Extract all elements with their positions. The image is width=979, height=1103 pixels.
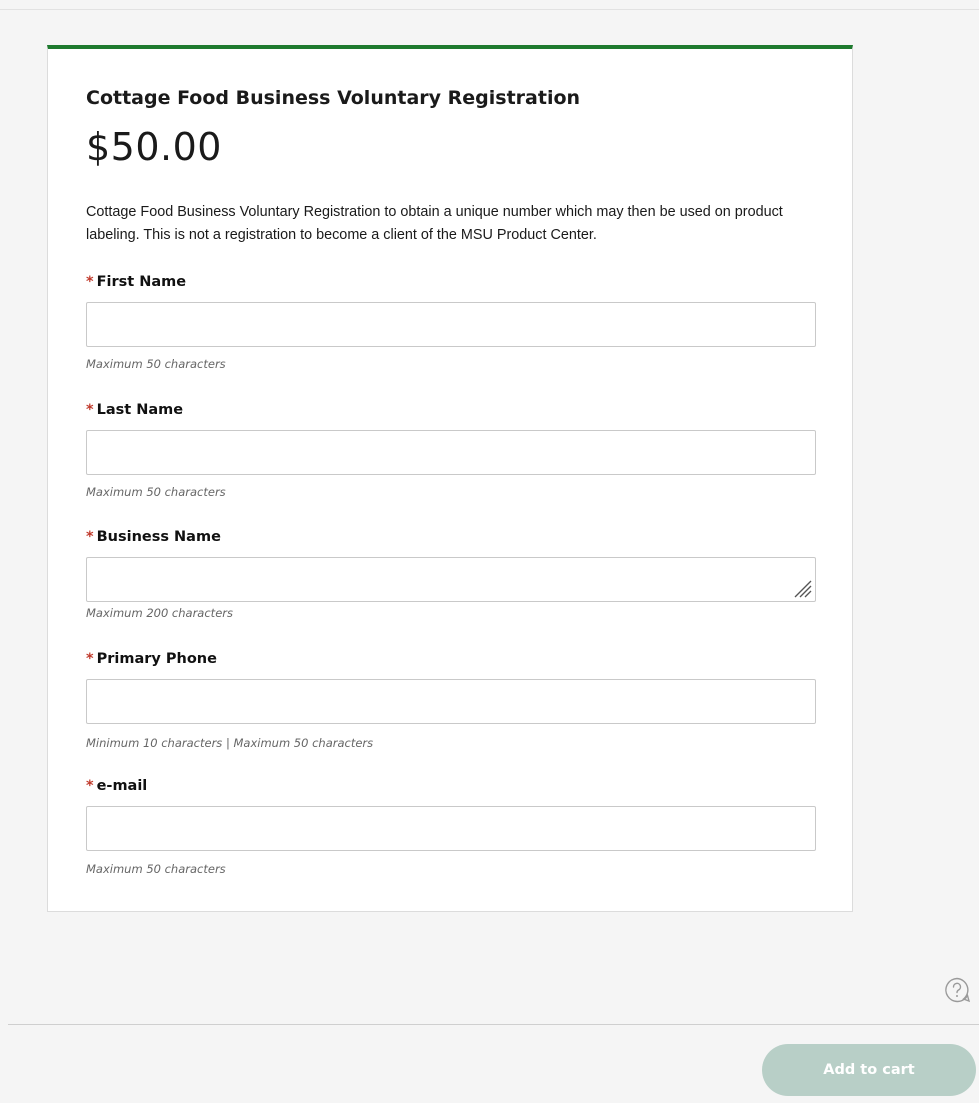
email-field: * e-mail Maximum 50 characters — [86, 776, 816, 876]
product-price: $50.00 — [86, 125, 222, 169]
primary-phone-field: * Primary Phone Minimum 10 characters | M… — [86, 649, 816, 750]
product-card: Cottage Food Business Voluntary Registra… — [47, 45, 853, 912]
top-divider — [0, 9, 979, 10]
first-name-hint: Maximum 50 characters — [86, 357, 226, 371]
email-label: * e-mail — [86, 778, 148, 794]
first-name-input[interactable] — [86, 302, 816, 347]
required-marker: * — [86, 778, 94, 794]
last-name-hint: Maximum 50 characters — [86, 485, 226, 499]
email-hint: Maximum 50 characters — [86, 862, 226, 876]
footer-divider — [8, 1024, 979, 1025]
business-name-label: * Business Name — [86, 529, 221, 545]
required-marker: * — [86, 274, 94, 290]
question-circle-icon[interactable] — [943, 976, 971, 1004]
last-name-input[interactable] — [86, 430, 816, 475]
required-marker: * — [86, 529, 94, 545]
business-name-textarea[interactable] — [86, 557, 816, 602]
business-name-hint: Maximum 200 characters — [86, 606, 233, 620]
required-marker: * — [86, 402, 94, 418]
last-name-label: * Last Name — [86, 402, 184, 418]
last-name-field: * Last Name Maximum 50 characters — [86, 400, 816, 499]
primary-phone-input[interactable] — [86, 679, 816, 724]
resize-grip-icon[interactable] — [792, 578, 812, 598]
primary-phone-label: * Primary Phone — [86, 651, 217, 667]
required-marker: * — [86, 651, 94, 667]
email-input[interactable] — [86, 806, 816, 851]
product-description: Cottage Food Business Voluntary Registra… — [86, 204, 783, 243]
first-name-field: * First Name Maximum 50 characters — [86, 272, 816, 371]
add-to-cart-button[interactable]: Add to cart — [762, 1044, 976, 1096]
primary-phone-hint: Minimum 10 characters | Maximum 50 chara… — [86, 736, 374, 750]
product-title: Cottage Food Business Voluntary Registra… — [86, 87, 581, 109]
first-name-label: * First Name — [86, 274, 187, 290]
page: Cottage Food Business Voluntary Registra… — [0, 0, 979, 1103]
business-name-field: * Business Name Maximum 200 characters — [86, 527, 816, 620]
